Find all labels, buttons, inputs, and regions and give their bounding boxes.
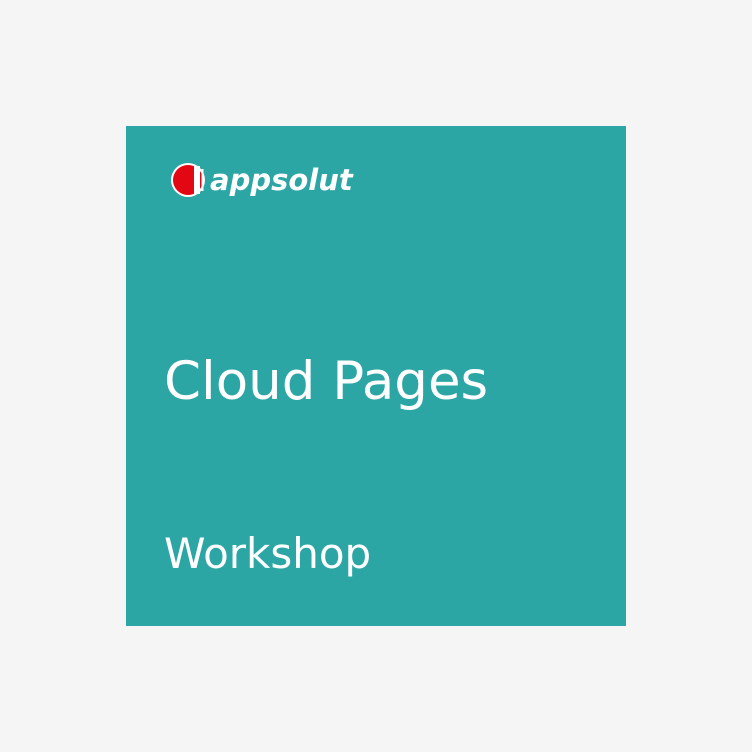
cover-card: appsolut Cloud Pages Workshop <box>126 126 626 626</box>
appsolut-logo-icon <box>171 163 205 197</box>
page-title: Cloud Pages <box>164 351 489 412</box>
brand-logo: appsolut <box>170 160 353 200</box>
brand-name: appsolut <box>210 163 353 197</box>
page-subtitle: Workshop <box>164 529 372 578</box>
